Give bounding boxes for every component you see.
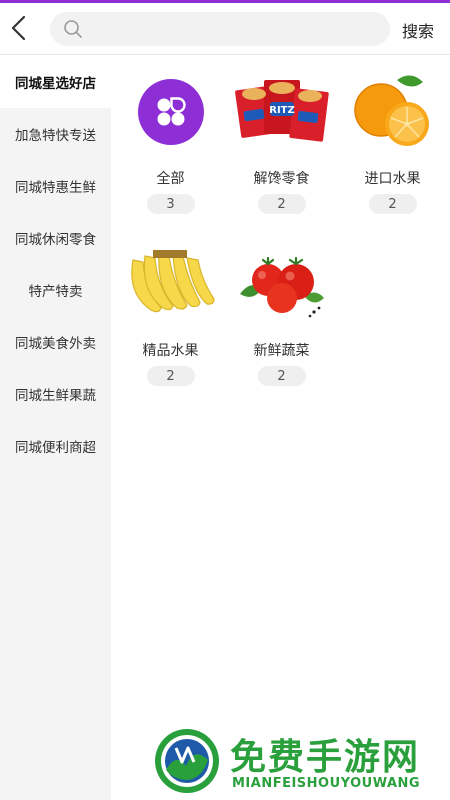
watermark-logo-icon <box>152 726 222 796</box>
search-input[interactable] <box>94 12 384 46</box>
category-card-imported-fruit[interactable]: 进口水果 2 <box>337 70 448 230</box>
back-arrow-icon[interactable] <box>6 13 34 43</box>
sidebar-item-convenience-store[interactable]: 同城便利商超 <box>0 420 111 472</box>
category-count-badge: 2 <box>257 194 306 214</box>
search-icon <box>63 19 83 39</box>
sidebar-item-fruits-vegetables[interactable]: 同城生鲜果蔬 <box>0 368 111 420</box>
header-bar: 搜索 <box>0 3 450 55</box>
category-card-all[interactable]: 全部 3 <box>115 70 226 230</box>
category-label: 全部 <box>156 171 185 187</box>
watermark-subtitle: MIANFEISHOUYOUWANG <box>232 776 421 791</box>
orange-image <box>345 70 441 154</box>
category-count-badge: 2 <box>146 366 195 386</box>
category-label: 新鲜蔬菜 <box>253 343 310 359</box>
search-button[interactable]: 搜索 <box>402 18 434 42</box>
category-count-badge: 2 <box>257 366 306 386</box>
category-label: 精品水果 <box>142 343 199 359</box>
category-card-fresh-vegetables[interactable]: 新鲜蔬菜 2 <box>226 242 337 402</box>
category-card-premium-fruit[interactable]: 精品水果 2 <box>115 242 226 402</box>
search-box[interactable] <box>50 12 390 46</box>
category-label: 解馋零食 <box>253 171 310 187</box>
sidebar-item-specialty[interactable]: 特产特卖 <box>0 264 111 316</box>
sidebar-item-express-delivery[interactable]: 加急特快专送 <box>0 108 111 160</box>
category-card-snacks[interactable]: RITZ 解馋零食 2 <box>226 70 337 230</box>
watermark-title: 免费手游网 <box>230 737 421 778</box>
category-count-badge: 3 <box>146 194 195 214</box>
svg-text:RITZ: RITZ <box>269 105 295 116</box>
tomato-image <box>234 242 330 326</box>
site-watermark: 免费手游网 MIANFEISHOUYOUWANG <box>152 726 442 800</box>
sidebar-item-fresh-deals[interactable]: 同城特惠生鲜 <box>0 160 111 212</box>
category-count-badge: 2 <box>368 194 417 214</box>
snack-crackers-image: RITZ <box>234 70 330 154</box>
banana-image <box>123 242 219 326</box>
sidebar-item-star-shops[interactable]: 同城星选好店 <box>0 56 111 108</box>
sidebar-item-food-takeout[interactable]: 同城美食外卖 <box>0 316 111 368</box>
all-category-icon <box>123 70 219 154</box>
sidebar-item-snacks[interactable]: 同城休闲零食 <box>0 212 111 264</box>
category-label: 进口水果 <box>364 171 421 187</box>
category-sidebar: 同城星选好店 加急特快专送 同城特惠生鲜 同城休闲零食 特产特卖 同城美食外卖 … <box>0 56 111 800</box>
